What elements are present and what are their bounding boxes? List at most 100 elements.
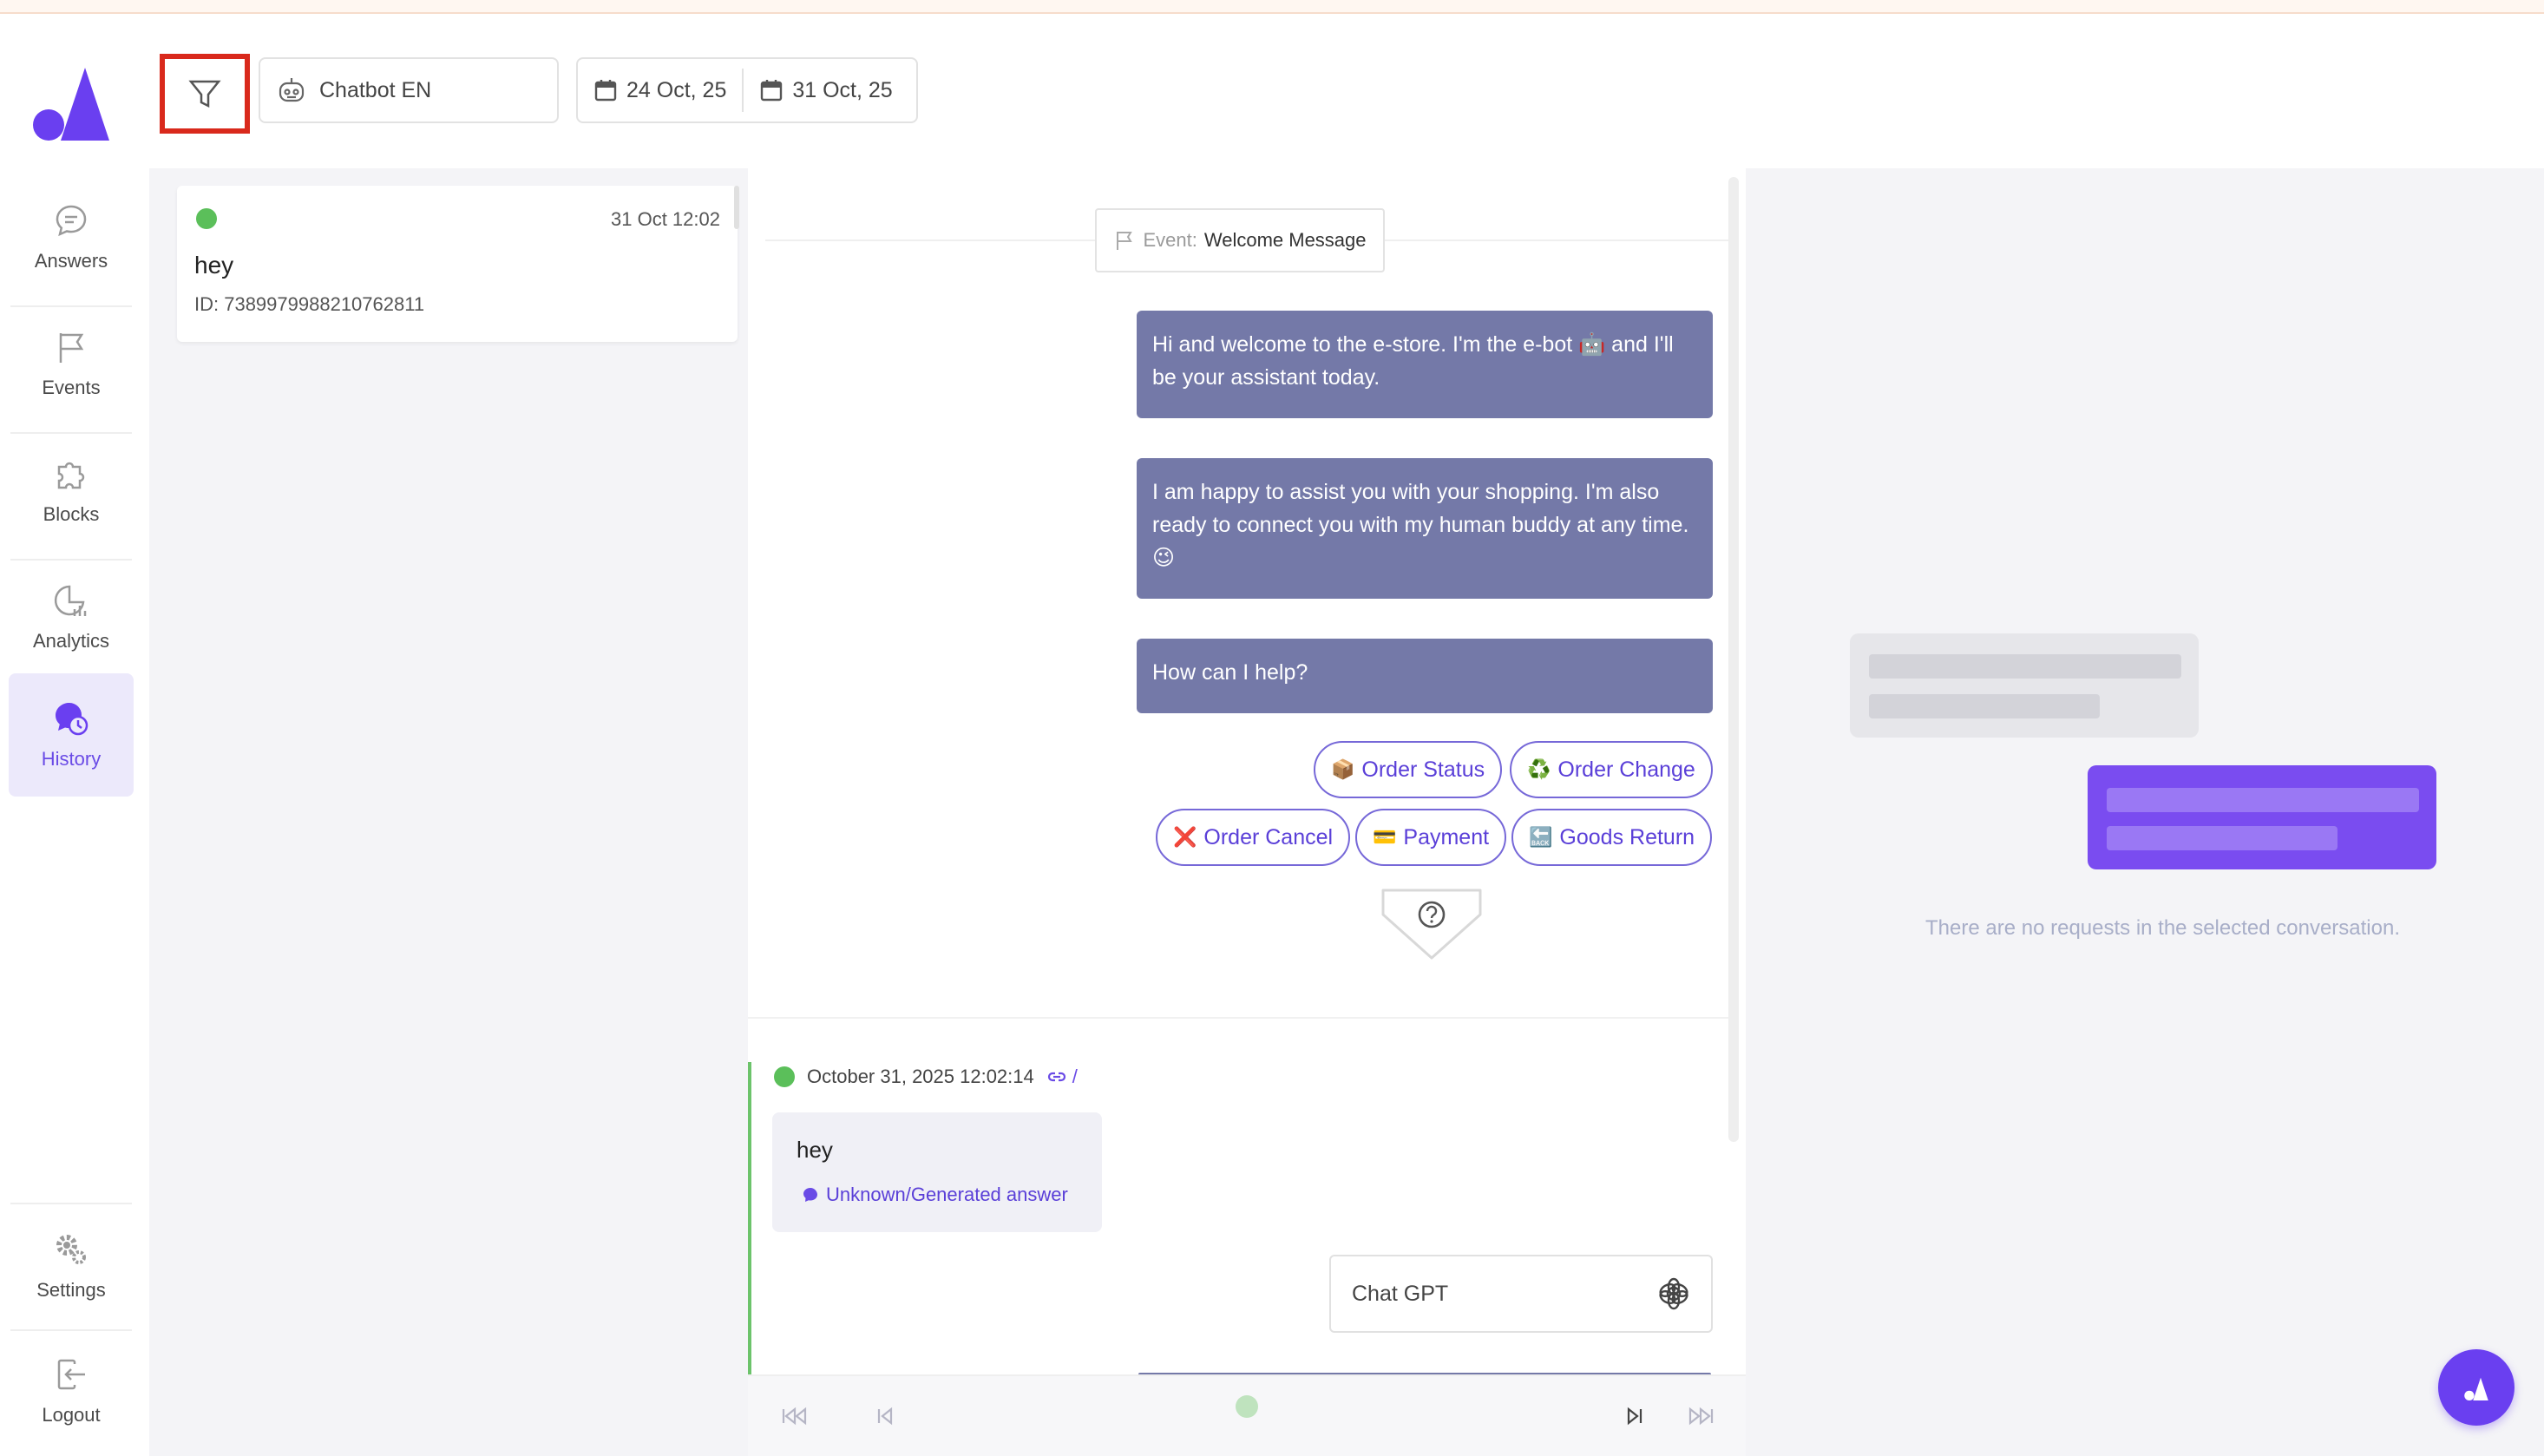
engine-box: Chat GPT — [1329, 1255, 1713, 1333]
pie-chart-icon — [54, 585, 87, 616]
toolbar: Chatbot EN 24 Oct, 25 31 Oct, 25 — [149, 14, 2544, 168]
link-icon — [1047, 1072, 1065, 1082]
sidebar-item-events[interactable]: Events — [9, 302, 134, 425]
placeholder-line — [1869, 654, 2181, 679]
message-link[interactable]: / — [1046, 1066, 1078, 1088]
quick-reply-order-cancel[interactable]: ❌ Order Cancel — [1156, 809, 1351, 866]
quick-reply-goods-return[interactable]: 🔙 Goods Return — [1511, 809, 1713, 866]
chat-bubble-icon — [803, 1188, 817, 1202]
sidebar-item-label: Settings — [36, 1279, 106, 1301]
sidebar-item-settings[interactable]: Settings — [9, 1204, 134, 1328]
skip-previous-icon — [877, 1407, 893, 1426]
playback-position[interactable] — [1236, 1395, 1258, 1418]
quick-reply-label: Payment — [1403, 824, 1490, 849]
quick-reply-label: Order Cancel — [1203, 824, 1334, 849]
assistant-button[interactable] — [2438, 1349, 2514, 1426]
credit-card-icon: 💳 — [1373, 826, 1397, 848]
cross-icon: ❌ — [1173, 826, 1197, 848]
next-button[interactable] — [1616, 1397, 1654, 1435]
scrollbar[interactable] — [1728, 177, 1739, 1142]
bot-message: How can I help? — [1137, 639, 1713, 713]
placeholder-bubble — [2088, 765, 2436, 869]
sidebar-item-label: Events — [42, 377, 101, 398]
answer-type-link[interactable]: Unknown/Generated answer — [802, 1184, 1068, 1206]
placeholder-bubble — [1850, 633, 2199, 738]
status-dot — [774, 1066, 795, 1087]
filter-icon — [188, 80, 221, 108]
recycle-icon: ♻️ — [1527, 758, 1551, 780]
history-icon — [56, 703, 89, 736]
quick-reply-label: Order Change — [1557, 757, 1695, 782]
app-logo-icon — [2464, 1377, 2488, 1400]
top-strip — [0, 0, 2544, 14]
skip-first-icon — [782, 1407, 807, 1426]
event-name: Welcome Message — [1203, 229, 1367, 251]
package-icon: 📦 — [1331, 758, 1355, 780]
quick-reply-payment[interactable]: 💳 Payment — [1355, 809, 1507, 866]
sidebar-item-analytics[interactable]: Analytics — [9, 555, 134, 679]
logout-icon — [57, 1359, 85, 1390]
first-button[interactable] — [776, 1397, 814, 1435]
status-dot — [196, 208, 217, 229]
message-timestamp: October 31, 2025 12:02:14 — [807, 1066, 1034, 1087]
sidebar-item-label: History — [41, 748, 102, 770]
answer-type: Unknown/Generated answer — [826, 1184, 1068, 1205]
message-indicator — [748, 1062, 751, 1374]
flag-icon — [1117, 232, 1133, 250]
placeholder-line — [1869, 694, 2100, 718]
filter-button[interactable] — [160, 54, 250, 134]
app-logo[interactable] — [31, 57, 111, 141]
message-header: October 31, 2025 12:02:14 / — [774, 1066, 1078, 1088]
conversation-title: hey — [194, 252, 234, 279]
sidebar-item-label: Answers — [34, 250, 108, 272]
empty-state-text: There are no requests in the selected co… — [1925, 916, 2400, 940]
back-arrow-icon: 🔙 — [1529, 826, 1553, 848]
sidebar: Answers Events Blocks Analytics History … — [0, 14, 149, 1456]
sidebar-item-label: Blocks — [43, 503, 100, 525]
date-to-picker[interactable]: 31 Oct, 25 — [744, 59, 908, 121]
user-message-text: hey — [797, 1137, 833, 1163]
question-mark-icon[interactable] — [1380, 883, 1484, 961]
gear-icon — [56, 1235, 86, 1264]
sidebar-item-history[interactable]: History — [9, 673, 134, 797]
sidebar-item-logout[interactable]: Logout — [9, 1329, 134, 1453]
last-button[interactable] — [1682, 1397, 1720, 1435]
bot-selector[interactable]: Chatbot EN — [259, 57, 559, 123]
quick-reply-label: Goods Return — [1559, 824, 1695, 849]
sidebar-item-answers[interactable]: Answers — [9, 175, 134, 298]
conversation-time: 31 Oct 12:02 — [611, 208, 720, 230]
request-panel: There are no requests in the selected co… — [1746, 168, 2544, 1456]
calendar-icon — [761, 80, 783, 102]
scrollbar[interactable] — [734, 186, 739, 229]
sidebar-item-label: Analytics — [32, 630, 110, 652]
previous-button[interactable] — [866, 1397, 904, 1435]
chat-bubble-icon — [56, 205, 87, 237]
conversation-list: 31 Oct 12:02 hey ID: 7389979988210762811 — [149, 168, 748, 1456]
conversation-id: ID: 7389979988210762811 — [194, 293, 425, 315]
puzzle-icon — [57, 462, 85, 489]
date-range: 24 Oct, 25 31 Oct, 25 — [576, 57, 918, 123]
date-from: 24 Oct, 25 — [626, 77, 727, 102]
robot-icon — [279, 78, 305, 102]
bot-name: Chatbot EN — [319, 77, 432, 102]
user-message: hey Unknown/Generated answer — [772, 1112, 1102, 1232]
engine-name: Chat GPT — [1352, 1281, 1449, 1306]
placeholder-line — [2107, 788, 2419, 812]
list-item[interactable]: 31 Oct 12:02 hey ID: 7389979988210762811 — [177, 186, 738, 342]
link-text: / — [1072, 1066, 1078, 1087]
playback-controls — [748, 1374, 1746, 1456]
calendar-icon — [594, 80, 617, 102]
chat-panel: Event: Welcome Message Hi and welcome to… — [748, 168, 1746, 1456]
bot-message: I am happy to assist you with your shopp… — [1137, 458, 1713, 599]
quick-reply-order-change[interactable]: ♻️ Order Change — [1510, 741, 1713, 798]
event-tag: Event: Welcome Message — [1095, 208, 1385, 272]
openai-icon — [1659, 1277, 1688, 1310]
skip-last-icon — [1688, 1407, 1714, 1426]
bot-message: Hi and welcome to the e-store. I'm the e… — [1137, 311, 1713, 418]
sidebar-item-label: Logout — [42, 1404, 101, 1426]
flag-icon — [59, 333, 84, 363]
sidebar-item-blocks[interactable]: Blocks — [9, 429, 134, 552]
event-prefix: Event: — [1143, 229, 1197, 251]
date-from-picker[interactable]: 24 Oct, 25 — [578, 59, 742, 121]
quick-reply-order-status[interactable]: 📦 Order Status — [1314, 741, 1503, 798]
